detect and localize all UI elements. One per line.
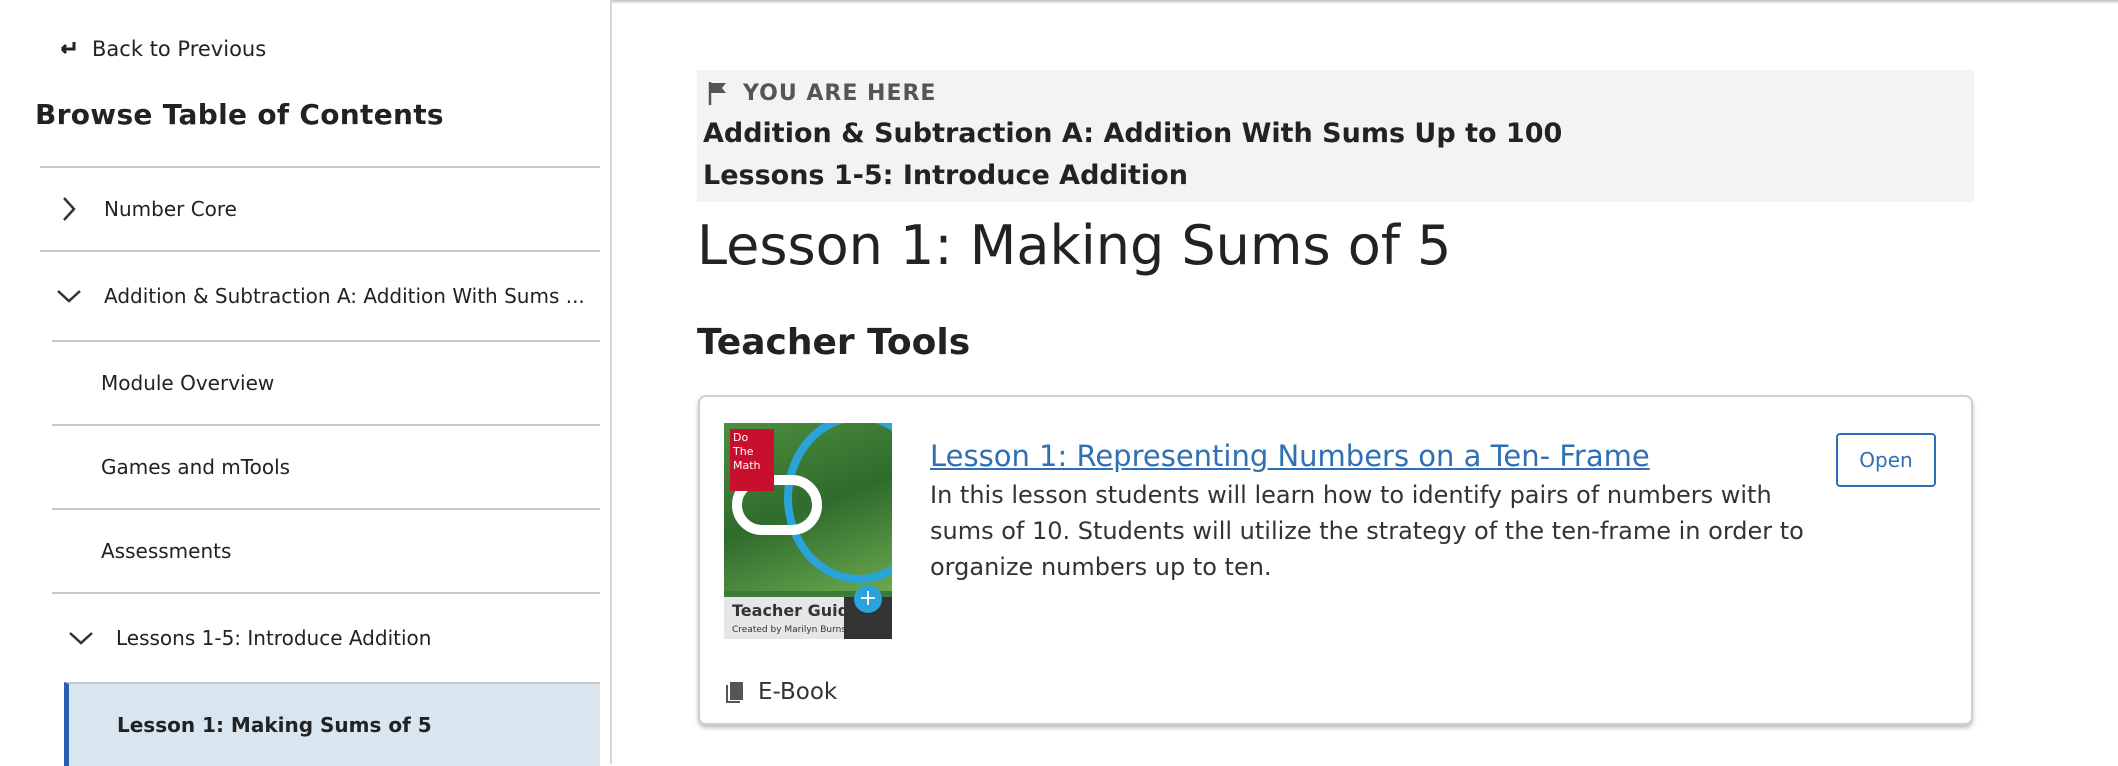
you-are-here-heading: YOU ARE HERE <box>707 80 936 106</box>
section-title-teacher-tools: Teacher Tools <box>697 322 971 363</box>
plus-icon: + <box>854 585 882 613</box>
resource-card: Do The Math Teacher Guide Created by Mar… <box>698 395 1973 725</box>
sidebar: Back to Previous Browse Table of Content… <box>0 0 612 766</box>
sidebar-item-lesson-1-current[interactable]: Lesson 1: Making Sums of 5 <box>64 682 600 766</box>
back-to-previous-link[interactable]: Back to Previous <box>58 36 266 62</box>
you-are-here-label: YOU ARE HERE <box>743 80 937 106</box>
breadcrumb-module: Addition & Subtraction A: Addition With … <box>703 118 1563 149</box>
cover-author: Created by Marilyn Burns <box>732 625 847 635</box>
open-button[interactable]: Open <box>1836 433 1936 487</box>
sidebar-item-label: Games and mTools <box>101 455 291 479</box>
toc-title: Browse Table of Contents <box>35 98 444 131</box>
sidebar-item-games-mtools[interactable]: Games and mTools <box>52 424 600 508</box>
sidebar-item-lessons-1-5[interactable]: Lessons 1-5: Introduce Addition <box>52 592 600 682</box>
sidebar-item-label: Lesson 1: Making Sums of 5 <box>117 713 432 737</box>
chevron-right-icon <box>54 194 84 224</box>
sidebar-item-addition-subtraction-a[interactable]: Addition & Subtraction A: Addition With … <box>40 250 600 340</box>
cover-guide-label: Teacher Guide <box>732 601 860 620</box>
resource-format: E-Book <box>724 679 837 705</box>
sidebar-item-label: Addition & Subtraction A: Addition With … <box>104 284 585 308</box>
sidebar-item-module-overview[interactable]: Module Overview <box>52 340 600 424</box>
page-title: Lesson 1: Making Sums of 5 <box>697 214 1452 277</box>
sidebar-item-label: Lessons 1-5: Introduce Addition <box>116 626 432 650</box>
breadcrumb-lessons: Lessons 1-5: Introduce Addition <box>703 160 1188 191</box>
back-arrow-icon <box>60 42 76 55</box>
chevron-down-icon <box>66 623 96 653</box>
resource-format-label: E-Book <box>758 679 838 705</box>
resource-title-link[interactable]: Lesson 1: Representing Numbers on a Ten-… <box>930 439 1650 473</box>
chevron-down-icon <box>54 281 84 311</box>
back-label: Back to Previous <box>92 37 267 61</box>
cover-badge: Do The Math <box>730 429 774 491</box>
sidebar-item-number-core[interactable]: Number Core <box>40 166 600 250</box>
flag-icon <box>708 82 726 105</box>
sidebar-item-label: Number Core <box>104 197 237 221</box>
teacher-guide-cover-image: Do The Math Teacher Guide Created by Mar… <box>724 423 892 639</box>
resource-description: In this lesson students will learn how t… <box>930 481 1804 581</box>
sidebar-item-assessments[interactable]: Assessments <box>52 508 600 592</box>
ebook-icon <box>726 682 743 703</box>
you-are-here-panel: YOU ARE HERE Addition & Subtraction A: A… <box>697 70 1974 202</box>
sidebar-item-label: Assessments <box>101 539 232 563</box>
sidebar-item-label: Module Overview <box>101 371 275 395</box>
